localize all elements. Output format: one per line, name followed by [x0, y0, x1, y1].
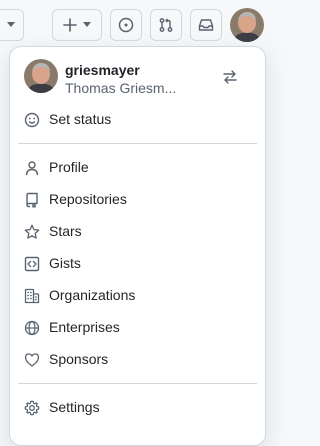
menu-item-label: Settings: [49, 399, 100, 415]
menu-item-label: Profile: [49, 159, 89, 175]
user-menu-header: griesmayer Thomas Griesm...: [10, 47, 265, 107]
person-icon: [24, 160, 40, 176]
issues-button[interactable]: [110, 9, 142, 41]
repo-icon: [24, 192, 40, 208]
set-status-label: Set status: [49, 111, 112, 127]
globe-icon: [24, 320, 40, 336]
code-square-icon: [24, 256, 40, 272]
username: griesmayer: [65, 62, 140, 78]
avatar: [24, 59, 58, 93]
menu-item-label: Stars: [49, 223, 82, 239]
repo-dropdown-button[interactable]: [0, 9, 24, 41]
plus-icon: [63, 18, 77, 32]
issue-opened-icon: [118, 17, 134, 33]
organization-icon: [24, 288, 40, 304]
menu-item-repositories[interactable]: Repositories: [10, 184, 265, 216]
smiley-icon: [24, 112, 40, 128]
triangle-down-icon: [7, 22, 15, 28]
menu-item-organizations[interactable]: Organizations: [10, 280, 265, 312]
inbox-button[interactable]: [190, 9, 222, 41]
menu-item-label: Gists: [49, 255, 81, 271]
user-full-name: Thomas Griesm...: [65, 80, 177, 96]
menu-item-label: Sponsors: [49, 351, 109, 367]
inbox-icon: [198, 17, 214, 33]
create-new-button[interactable]: [52, 9, 102, 41]
divider: [18, 143, 257, 144]
menu-item-label: Organizations: [49, 287, 136, 303]
user-menu: griesmayer Thomas Griesm... Set status P…: [9, 46, 266, 446]
menu-item-settings[interactable]: Settings: [10, 392, 265, 424]
menu-item-gists[interactable]: Gists: [10, 248, 265, 280]
avatar-button[interactable]: [230, 8, 264, 42]
divider: [18, 383, 257, 384]
global-header: [0, 0, 275, 46]
triangle-down-icon: [83, 22, 91, 28]
gear-icon: [24, 400, 40, 416]
menu-item-label: Enterprises: [49, 319, 120, 335]
heart-icon: [24, 352, 40, 368]
switch-account-button[interactable]: [222, 69, 242, 89]
menu-item-sponsors[interactable]: Sponsors: [10, 344, 265, 376]
menu-item-stars[interactable]: Stars: [10, 216, 265, 248]
menu-item-label: Repositories: [49, 191, 127, 207]
menu-item-enterprises[interactable]: Enterprises: [10, 312, 265, 344]
arrow-switch-icon: [222, 69, 242, 85]
git-pull-request-icon: [158, 17, 174, 33]
pull-requests-button[interactable]: [150, 9, 182, 41]
star-icon: [24, 224, 40, 240]
set-status-item[interactable]: Set status: [10, 104, 265, 136]
menu-item-profile[interactable]: Profile: [10, 152, 265, 184]
